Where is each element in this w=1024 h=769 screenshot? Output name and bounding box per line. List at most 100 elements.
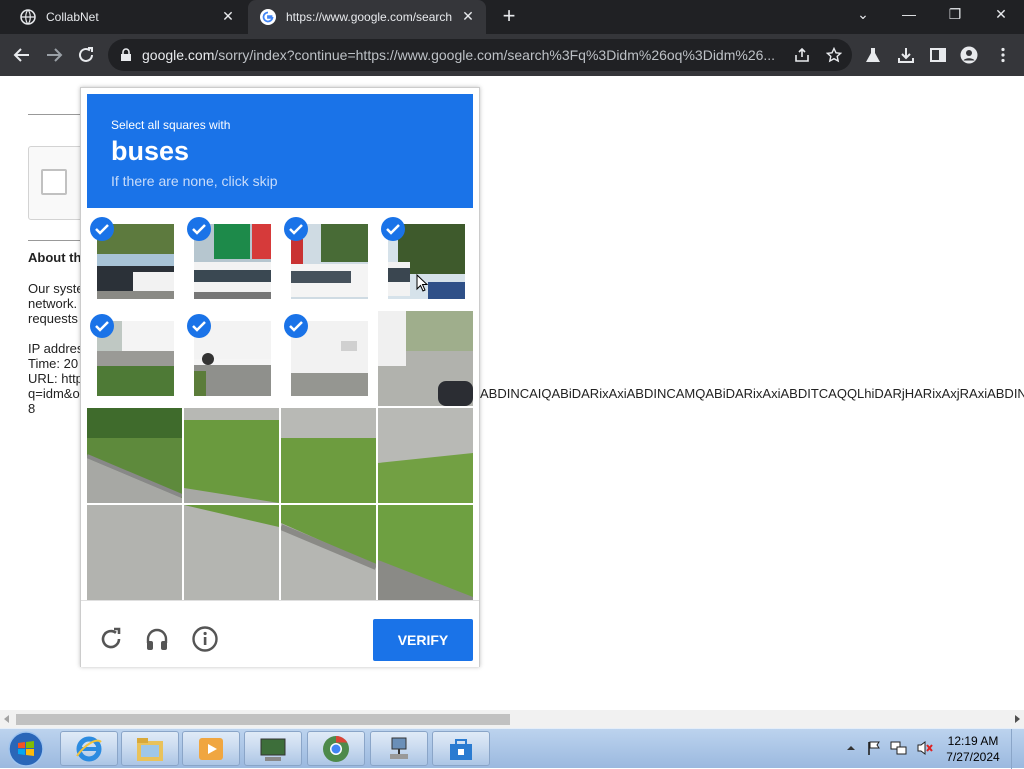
paragraph-line: network. xyxy=(28,296,78,311)
captcha-tile[interactable] xyxy=(184,311,279,406)
tab-close-icon[interactable]: ✕ xyxy=(460,8,476,24)
headphones-icon[interactable] xyxy=(143,625,171,653)
share-icon[interactable] xyxy=(794,47,810,63)
close-window-button[interactable]: ✕ xyxy=(978,0,1024,30)
info-line: 8 xyxy=(28,401,36,416)
check-icon xyxy=(381,217,405,241)
mouse-cursor-icon xyxy=(416,274,428,292)
browser-toolbar: google.com/sorry/index?continue=https://… xyxy=(0,34,1024,76)
forward-icon[interactable] xyxy=(40,41,68,69)
captcha-tile[interactable] xyxy=(281,214,376,309)
captcha-footer: VERIFY xyxy=(81,600,479,667)
info-line: URL: http xyxy=(28,371,83,386)
captcha-tile[interactable] xyxy=(281,408,376,503)
profile-icon[interactable] xyxy=(960,46,978,64)
instruction-text: Select all squares with xyxy=(111,118,231,132)
download-icon[interactable] xyxy=(897,46,915,64)
start-button[interactable] xyxy=(4,730,48,768)
media-player-icon xyxy=(199,737,223,760)
action-center-flag-icon[interactable] xyxy=(866,740,882,756)
captcha-tile[interactable] xyxy=(184,214,279,309)
captcha-tile[interactable] xyxy=(87,311,182,406)
reload-icon[interactable] xyxy=(97,625,125,653)
info-icon[interactable] xyxy=(191,625,219,653)
horizontal-scrollbar[interactable] xyxy=(0,710,1024,728)
taskbar-store[interactable] xyxy=(432,731,490,766)
clock-date: 7/27/2024 xyxy=(946,750,1000,764)
page-content: About th Our syste network. requests IP … xyxy=(0,76,1024,710)
target-object: buses xyxy=(111,136,190,166)
show-hidden-icons-icon[interactable] xyxy=(846,743,856,753)
tab-title: CollabNet xyxy=(46,10,99,24)
url-path: /sorry/index?continue=https://www.google… xyxy=(214,47,776,63)
taskbar-file-explorer[interactable] xyxy=(121,731,179,766)
taskbar-media-player[interactable] xyxy=(182,731,240,766)
network-computer-icon xyxy=(390,737,408,759)
captcha-tile[interactable] xyxy=(378,505,473,600)
captcha-tile[interactable] xyxy=(184,505,279,600)
restore-button[interactable]: ❐ xyxy=(932,0,978,30)
check-icon xyxy=(187,217,211,241)
captcha-tile[interactable] xyxy=(378,408,473,503)
check-icon xyxy=(90,314,114,338)
tab-search-icon[interactable]: ⌄ xyxy=(840,0,886,30)
info-line: q=idm&o xyxy=(28,386,80,401)
url-text: google.com/sorry/index?continue=https://… xyxy=(142,47,782,63)
folder-icon xyxy=(137,737,163,761)
tab-title: https://www.google.com/search xyxy=(286,10,453,24)
info-line: Time: 20 xyxy=(28,356,79,371)
taskbar-network-config[interactable] xyxy=(370,731,428,766)
divider xyxy=(28,240,88,241)
paragraph-line: requests xyxy=(28,311,78,326)
show-desktop-button[interactable] xyxy=(1011,729,1024,769)
captcha-tile[interactable] xyxy=(378,311,473,406)
globe-icon xyxy=(20,9,36,25)
captcha-challenge: Select all squares with buses If there a… xyxy=(80,87,480,667)
captcha-tile[interactable] xyxy=(281,311,376,406)
scroll-thumb[interactable] xyxy=(16,714,510,725)
paragraph-line: Our syste xyxy=(28,281,84,296)
divider xyxy=(28,114,88,115)
labs-icon[interactable] xyxy=(864,46,882,64)
captcha-tile[interactable] xyxy=(281,505,376,600)
store-icon xyxy=(450,738,472,760)
tab-strip: CollabNet ✕ https://www.google.com/searc… xyxy=(0,0,1024,34)
captcha-tile[interactable] xyxy=(87,408,182,503)
verify-button[interactable]: VERIFY xyxy=(373,619,473,661)
lock-icon[interactable] xyxy=(120,48,132,62)
reload-icon[interactable] xyxy=(72,41,100,69)
clock-time: 12:19 AM xyxy=(947,734,999,748)
star-icon[interactable] xyxy=(826,47,842,63)
skip-hint: If there are none, click skip xyxy=(111,173,278,189)
clock[interactable]: 12:19 AM 7/27/2024 xyxy=(940,733,1006,765)
check-icon xyxy=(187,314,211,338)
captcha-tile[interactable] xyxy=(184,408,279,503)
captcha-tile[interactable] xyxy=(378,214,473,309)
tab-close-icon[interactable]: ✕ xyxy=(220,8,236,24)
scroll-left-icon[interactable] xyxy=(4,715,9,723)
taskbar-chrome[interactable] xyxy=(307,731,365,766)
tab-collabnet[interactable]: CollabNet ✕ xyxy=(8,0,246,34)
volume-muted-icon[interactable] xyxy=(916,740,934,756)
address-bar[interactable]: google.com/sorry/index?continue=https://… xyxy=(108,39,852,71)
back-icon[interactable] xyxy=(8,41,36,69)
internet-explorer-icon xyxy=(76,736,102,761)
captcha-tile[interactable] xyxy=(87,505,182,600)
recaptcha-checkbox[interactable] xyxy=(41,169,67,195)
network-monitor-icon xyxy=(260,738,286,761)
network-icon[interactable] xyxy=(890,740,908,756)
side-panel-icon[interactable] xyxy=(929,46,947,64)
captcha-tile[interactable] xyxy=(87,214,182,309)
scroll-right-icon[interactable] xyxy=(1015,715,1020,723)
url-host: google.com xyxy=(142,47,215,63)
new-tab-button[interactable]: + xyxy=(498,5,520,28)
tab-google-search[interactable]: https://www.google.com/search ✕ xyxy=(248,0,486,34)
taskbar-internet-explorer[interactable] xyxy=(60,731,118,766)
check-icon xyxy=(284,314,308,338)
info-line: IP addres xyxy=(28,341,84,356)
url-tail-text: ABDINCAIQABiDARixAxiABDINCAMQABiDARixAxi… xyxy=(480,386,1024,401)
menu-icon[interactable] xyxy=(994,46,1012,64)
taskbar-network-tool[interactable] xyxy=(244,731,302,766)
minimize-button[interactable]: — xyxy=(886,0,932,30)
chrome-icon xyxy=(323,735,349,762)
